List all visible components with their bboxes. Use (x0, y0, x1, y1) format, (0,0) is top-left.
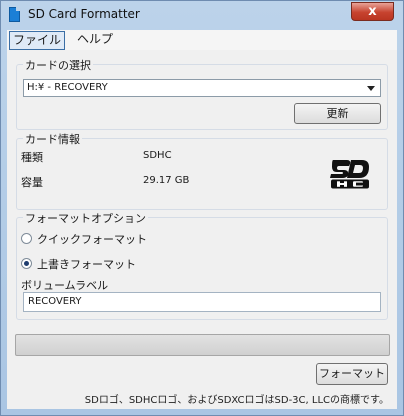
card-type-value: SDHC (143, 150, 172, 161)
app-window: SD Card Formatter x ファイル ヘルプ カードの選択 H:¥ … (0, 0, 404, 416)
card-info-label: カード情報 (23, 131, 82, 147)
card-capacity-key: 容量 (21, 176, 43, 189)
card-info-group: カード情報 種類 SDHC 容量 29.17 GB (16, 131, 388, 210)
card-capacity-value: 29.17 GB (143, 175, 190, 186)
menu-help[interactable]: ヘルプ (74, 31, 116, 48)
format-button[interactable]: フォーマット (316, 363, 388, 385)
volume-label-input[interactable]: RECOVERY (23, 292, 381, 312)
sd-card-icon (9, 7, 20, 22)
format-progress-bar (15, 334, 390, 356)
menu-bar: ファイル ヘルプ (7, 30, 397, 50)
menu-file[interactable]: ファイル (9, 31, 66, 50)
volume-label-value: RECOVERY (28, 296, 82, 307)
format-options-label: フォーマットオプション (23, 210, 148, 226)
card-select-group: カードの選択 H:¥ - RECOVERY 更新 (16, 57, 388, 130)
volume-label-title: ボリュームラベル (21, 279, 109, 292)
card-select-dropdown[interactable]: H:¥ - RECOVERY (23, 79, 381, 97)
overwrite-format-label[interactable]: 上書きフォーマット (37, 256, 136, 272)
main-panel: カードの選択 H:¥ - RECOVERY 更新 カード情報 種類 SDHC 容… (7, 50, 397, 409)
quick-format-radio[interactable] (21, 233, 32, 244)
card-select-value: H:¥ - RECOVERY (27, 82, 108, 93)
chevron-down-icon[interactable] (367, 86, 375, 91)
trademark-footer: SDロゴ、SDHCロゴ、およびSDXCロゴはSD-3C, LLCの商標です。 (84, 395, 389, 406)
format-options-group: フォーマットオプション クイックフォーマット 上書きフォーマット ボリュームラベ… (16, 210, 388, 320)
overwrite-format-radio[interactable] (21, 258, 32, 269)
title-bar[interactable]: SD Card Formatter x (1, 1, 403, 29)
refresh-button[interactable]: 更新 (294, 103, 381, 124)
window-title: SD Card Formatter (28, 7, 140, 21)
close-button[interactable]: x (351, 2, 394, 21)
quick-format-label[interactable]: クイックフォーマット (37, 231, 147, 247)
card-select-label: カードの選択 (23, 57, 93, 73)
sdhc-logo-icon (330, 160, 369, 189)
card-type-key: 種類 (21, 151, 43, 164)
